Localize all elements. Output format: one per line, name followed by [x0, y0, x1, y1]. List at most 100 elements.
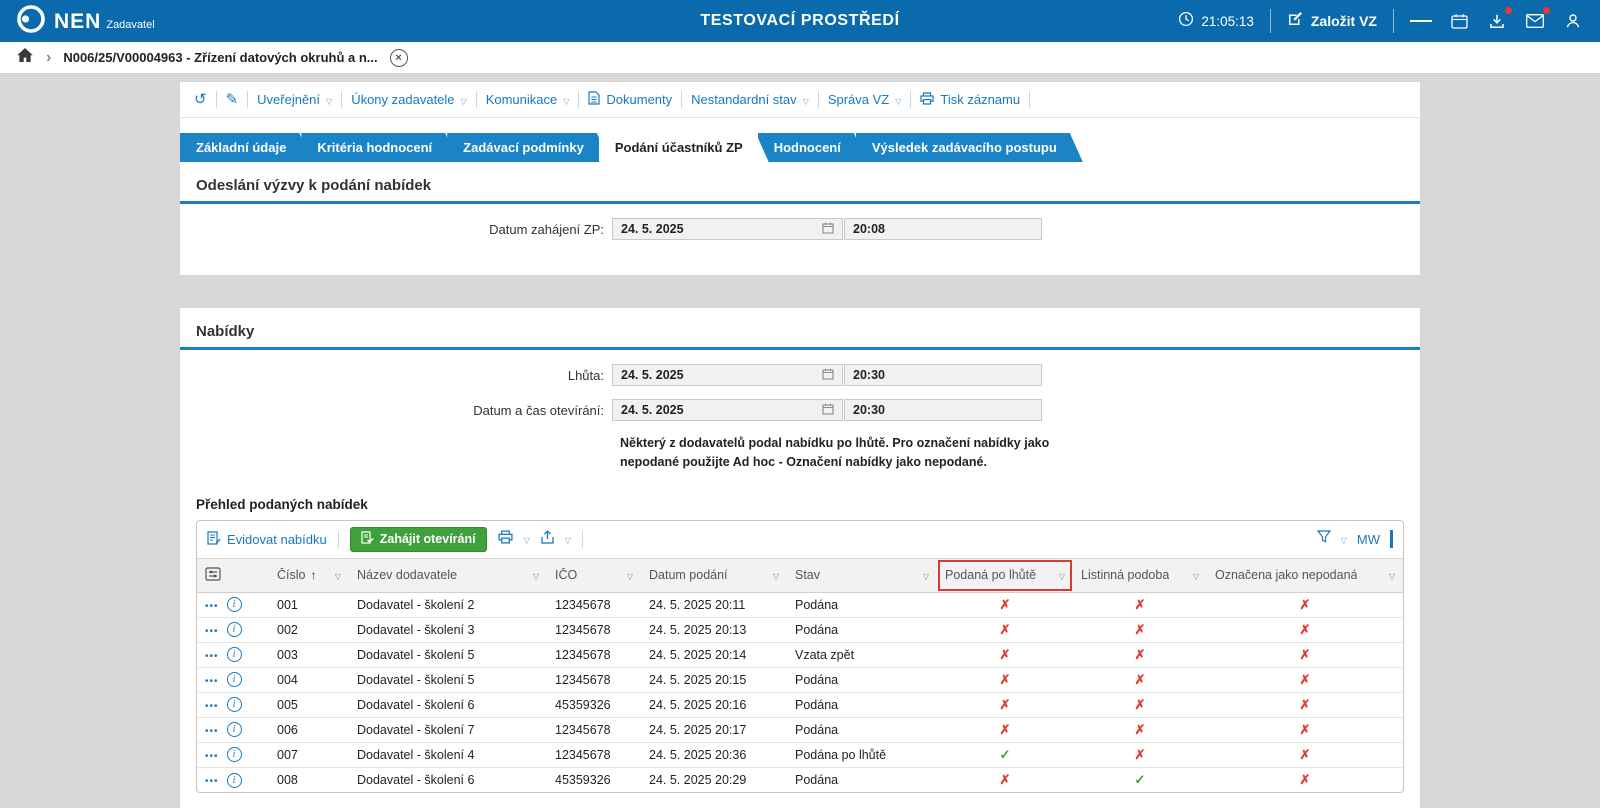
column-header-supplier[interactable]: Název dodavatele [349, 558, 547, 592]
column-header-paper[interactable]: Listinná podoba [1073, 558, 1207, 592]
tab-zadavaci-podminky[interactable]: Zadávací podmínky [447, 133, 610, 162]
breadcrumb-record[interactable]: N006/25/V00004963 - Zřízení datových okr… [63, 50, 377, 65]
row-menu-icon[interactable] [205, 648, 219, 662]
table-row[interactable]: 003 Dodavatel - školení 5 12345678 24. 5… [197, 642, 1403, 667]
column-header-not-submitted[interactable]: Označena jako nepodaná [1207, 558, 1403, 592]
row-info-icon[interactable] [227, 697, 242, 712]
table-row[interactable]: 006 Dodavatel - školení 7 12345678 24. 5… [197, 717, 1403, 742]
column-header-status[interactable]: Stav [787, 558, 937, 592]
filter-caret-icon[interactable] [773, 568, 779, 582]
calendar-icon[interactable] [822, 368, 834, 383]
calendar-icon[interactable] [822, 403, 834, 418]
tab-zakladni-udaje[interactable]: Základní údaje [180, 133, 312, 162]
column-header-submitted[interactable]: Datum podání [641, 558, 787, 592]
register-offer-button[interactable]: Evidovat nabídku [207, 531, 327, 548]
opening-date-input[interactable]: 24. 5. 2025 [612, 399, 843, 421]
tab-hodnoceni[interactable]: Hodnocení [758, 133, 867, 162]
row-menu-icon[interactable] [205, 698, 219, 712]
cell-status: Podána [787, 667, 937, 692]
cell-submitted: 24. 5. 2025 20:16 [641, 692, 787, 717]
filter-caret-icon[interactable] [533, 568, 539, 582]
start-date-input[interactable]: 24. 5. 2025 [612, 218, 843, 240]
row-menu-icon[interactable] [205, 723, 219, 737]
menu-icon[interactable] [1410, 10, 1432, 32]
menu-dokumenty[interactable]: Dokumenty [588, 91, 672, 108]
cell-submitted: 24. 5. 2025 20:29 [641, 767, 787, 792]
breadcrumb: N006/25/V00004963 - Zřízení datových okr… [0, 42, 1600, 74]
export-caret-icon[interactable] [565, 530, 571, 548]
menu-ukony-zadavatele[interactable]: Úkony zadavatele [351, 92, 467, 107]
filter-caret-icon[interactable] [1059, 568, 1065, 582]
calendar-icon[interactable] [822, 222, 834, 237]
sort-ascending-icon[interactable] [310, 568, 316, 582]
table-row[interactable]: 004 Dodavatel - školení 5 12345678 24. 5… [197, 667, 1403, 692]
nen-logo[interactable]: NEN Zadavatel [16, 4, 155, 39]
deadline-date-input[interactable]: 24. 5. 2025 [612, 364, 843, 386]
table-row[interactable]: 008 Dodavatel - školení 6 45359326 24. 5… [197, 767, 1403, 792]
export-icon[interactable] [541, 530, 554, 549]
row-info-icon[interactable] [227, 722, 242, 737]
row-menu-icon[interactable] [205, 623, 219, 637]
row-info-icon[interactable] [227, 647, 242, 662]
table-row[interactable]: 001 Dodavatel - školení 2 12345678 24. 5… [197, 592, 1403, 617]
view-caret-icon[interactable] [1341, 530, 1347, 548]
opening-time-input[interactable]: 20:30 [844, 399, 1042, 421]
tab-podani-ucastniku-zp[interactable]: Podání účastníků ZP [599, 133, 769, 162]
field-opening: Datum a čas otevírání: 24. 5. 2025 20:30 [180, 399, 1420, 421]
home-icon[interactable] [16, 47, 34, 68]
column-header-late[interactable]: Podaná po lhůtě [937, 558, 1073, 592]
menu-komunikace[interactable]: Komunikace [486, 92, 570, 107]
row-menu-icon[interactable] [205, 748, 219, 762]
filter-caret-icon[interactable] [335, 568, 341, 582]
tab-vysledek-zadavaciho-postupu[interactable]: Výsledek zadávacího postupu [856, 133, 1083, 162]
table-row[interactable]: 007 Dodavatel - školení 4 12345678 24. 5… [197, 742, 1403, 767]
environment-title: TESTOVACÍ PROSTŘEDÍ [700, 12, 899, 30]
field-label-start: Datum zahájení ZP: [180, 222, 612, 237]
row-menu-icon[interactable] [205, 773, 219, 787]
mail-icon[interactable] [1524, 10, 1546, 32]
filter-funnel-icon[interactable] [1317, 530, 1331, 548]
user-icon[interactable] [1562, 10, 1584, 32]
offers-table-container: Evidovat nabídku Zahájit otevírání [196, 520, 1404, 794]
row-info-icon[interactable] [227, 672, 242, 687]
cell-supplier: Dodavatel - školení 6 [349, 767, 547, 792]
edit-pencil-icon[interactable]: ✎ [226, 92, 239, 107]
cell-supplier: Dodavatel - školení 7 [349, 717, 547, 742]
history-icon[interactable]: ↺ [194, 92, 207, 107]
close-record-icon[interactable] [390, 49, 408, 67]
row-info-icon[interactable] [227, 597, 242, 612]
column-header-ico[interactable]: IČO [547, 558, 641, 592]
row-info-icon[interactable] [227, 622, 242, 637]
start-time-input[interactable]: 20:08 [844, 218, 1042, 240]
table-row[interactable]: 005 Dodavatel - školení 6 45359326 24. 5… [197, 692, 1403, 717]
table-row[interactable]: 002 Dodavatel - školení 3 12345678 24. 5… [197, 617, 1403, 642]
deadline-time-input[interactable]: 20:30 [844, 364, 1042, 386]
row-menu-icon[interactable] [205, 598, 219, 612]
create-vz-button[interactable]: Založit VZ [1287, 10, 1377, 32]
menu-sprava-vz[interactable]: Správa VZ [828, 92, 902, 107]
menu-nestandardni-stav[interactable]: Nestandardní stav [691, 92, 809, 107]
row-info-icon[interactable] [227, 747, 242, 762]
cell-number: 001 [269, 592, 349, 617]
menu-uverejneni[interactable]: Uveřejnění [257, 92, 332, 107]
mw-toggle[interactable]: MW [1357, 532, 1380, 547]
filter-caret-icon[interactable] [1193, 568, 1199, 582]
cell-paper-mark: ✓ [1073, 767, 1207, 792]
row-menu-icon[interactable] [205, 673, 219, 687]
filter-caret-icon[interactable] [1389, 568, 1395, 582]
row-info-icon[interactable] [227, 773, 242, 788]
start-opening-button[interactable]: Zahájit otevírání [350, 527, 487, 552]
column-header-number[interactable]: Číslo [269, 558, 349, 592]
cell-status: Podána [787, 767, 937, 792]
filter-caret-icon[interactable] [923, 568, 929, 582]
cell-late-mark: ✗ [937, 717, 1073, 742]
print-table-icon[interactable] [498, 530, 513, 549]
download-icon[interactable] [1486, 10, 1508, 32]
column-chooser-cell[interactable] [197, 558, 269, 592]
menu-tisk-zaznamu[interactable]: Tisk záznamu [920, 92, 1020, 108]
tab-kriteria-hodnoceni[interactable]: Kritéria hodnocení [301, 133, 458, 162]
separator [818, 91, 819, 108]
print-caret-icon[interactable] [524, 530, 530, 548]
calendar-icon[interactable] [1448, 10, 1470, 32]
filter-caret-icon[interactable] [627, 568, 633, 582]
